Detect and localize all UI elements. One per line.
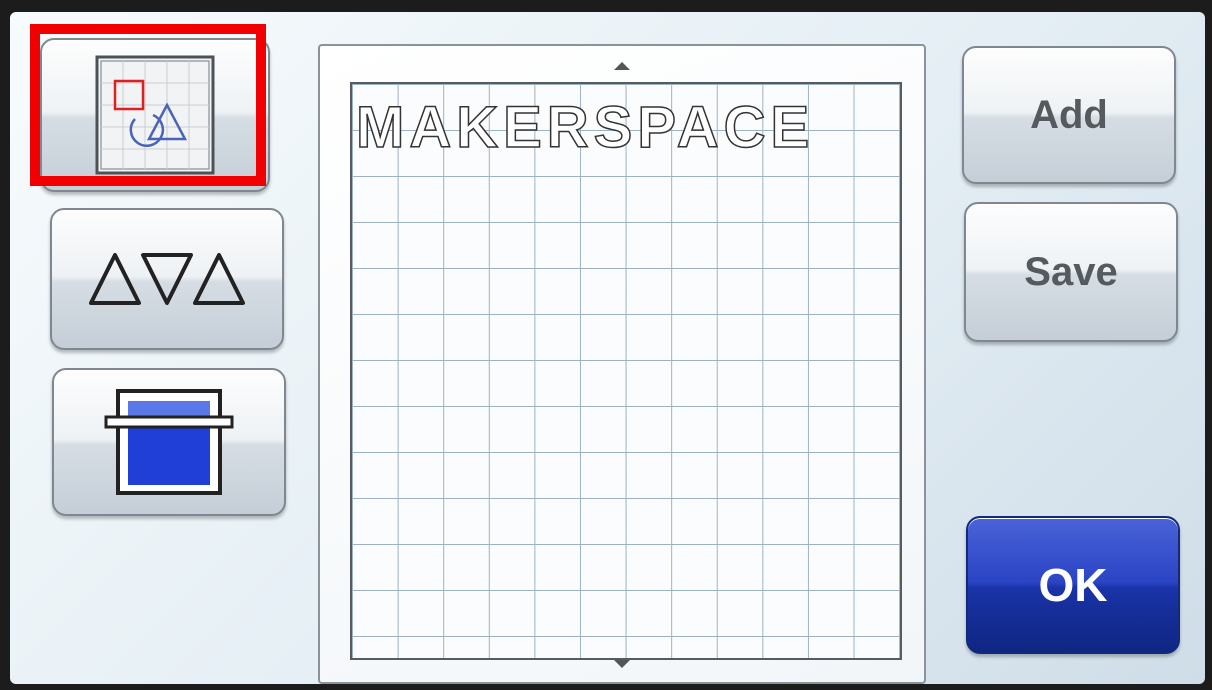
pattern-select-button[interactable] [50,208,284,350]
design-text[interactable]: MAKERSPACE [355,94,814,161]
mat-grid [350,82,902,660]
mat-feed-button[interactable] [52,368,286,516]
save-button[interactable]: Save [964,202,1178,342]
ok-button-label: OK [1038,559,1108,611]
shapes-on-grid-icon [95,55,215,175]
triangle-down-icon[interactable] [614,660,630,668]
add-button[interactable]: Add [962,46,1176,184]
triangle-up-icon[interactable] [614,62,630,70]
triangle-pattern-icon [89,253,245,305]
shapes-layout-button[interactable] [40,38,270,192]
ok-button[interactable]: OK [966,516,1180,654]
save-button-label: Save [1024,249,1118,294]
touch-screen: MAKERSPACE Add Save OK [10,12,1205,684]
mat-feed-icon [104,389,234,495]
add-button-label: Add [1030,92,1108,137]
mat-preview: MAKERSPACE [318,44,926,684]
